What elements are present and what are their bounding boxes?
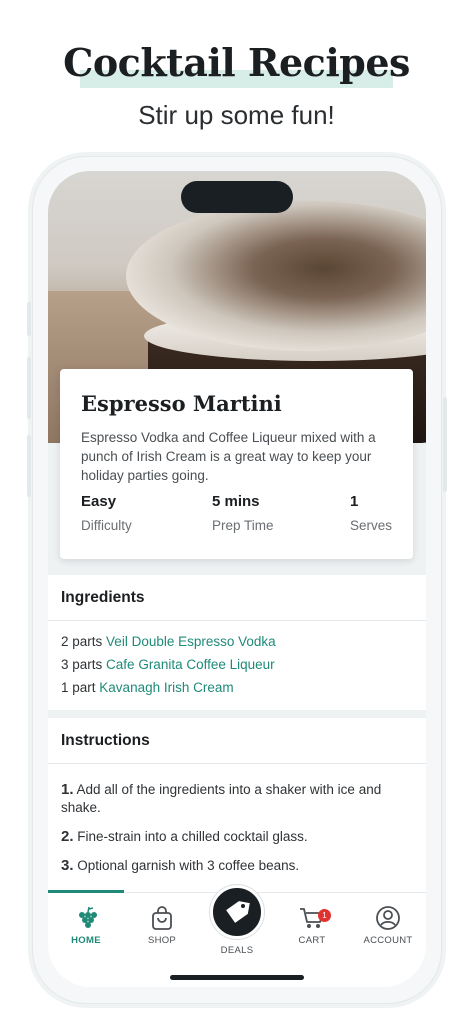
stat-value: 1 bbox=[350, 493, 359, 510]
ingredient-item: 1 part Kavanagh Irish Cream bbox=[61, 676, 413, 699]
stat-value: Easy bbox=[81, 493, 117, 510]
instruction-step: 1. Add all of the ingredients into a sha… bbox=[61, 781, 413, 817]
ingredient-qty: 2 parts bbox=[61, 634, 103, 649]
tab-label: SHOP bbox=[147, 935, 177, 946]
stat-prep-time: 5 mins Prep Time bbox=[212, 493, 274, 533]
side-button bbox=[27, 357, 31, 419]
tab-account[interactable]: ACCOUNT bbox=[350, 905, 426, 946]
ingredient-link[interactable]: Veil Double Espresso Vodka bbox=[106, 634, 276, 649]
stat-label: Prep Time bbox=[212, 518, 274, 533]
phone-frame: Espresso Martini Espresso Vodka and Coff… bbox=[27, 156, 447, 1004]
step-text: Fine-strain into a chilled cocktail glas… bbox=[77, 829, 308, 844]
tag-icon bbox=[226, 901, 250, 923]
tab-label: DEALS bbox=[220, 945, 254, 956]
ingredient-link[interactable]: Cafe Granita Coffee Liqueur bbox=[106, 657, 275, 672]
tab-label: HOME bbox=[71, 935, 101, 946]
stat-difficulty: Easy Difficulty bbox=[81, 493, 132, 533]
instructions-section: Instructions 1. Add all of the ingredien… bbox=[48, 718, 426, 892]
instructions-heading: Instructions bbox=[48, 718, 426, 764]
promo-title: Cocktail Recipes bbox=[63, 40, 410, 85]
side-button bbox=[27, 435, 31, 497]
tab-label: CART bbox=[298, 935, 326, 946]
ingredient-item: 2 parts Veil Double Espresso Vodka bbox=[61, 630, 413, 653]
step-text: Optional garnish with 3 coffee beans. bbox=[77, 858, 300, 873]
stat-serves: 1 Serves bbox=[350, 493, 392, 533]
ingredient-item: 3 parts Cafe Granita Coffee Liqueur bbox=[61, 653, 413, 676]
promo-title-block: Cocktail Recipes bbox=[0, 40, 473, 88]
promo-subtitle: Stir up some fun! bbox=[138, 100, 335, 130]
ingredients-heading: Ingredients bbox=[48, 575, 426, 621]
recipe-card: Espresso Martini Espresso Vodka and Coff… bbox=[60, 369, 413, 559]
grapes-icon bbox=[79, 906, 97, 928]
app-screen: Espresso Martini Espresso Vodka and Coff… bbox=[48, 171, 426, 987]
step-number: 2. bbox=[61, 828, 74, 845]
step-number: 1. bbox=[61, 781, 74, 798]
tab-label: ACCOUNT bbox=[363, 935, 413, 946]
home-indicator[interactable] bbox=[170, 975, 304, 980]
ingredients-section: Ingredients 2 parts Veil Double Espresso… bbox=[48, 575, 426, 710]
stat-label: Difficulty bbox=[81, 518, 132, 533]
bottom-tab-bar: HOME SHOP DEALS 1 CART ACCOUNT bbox=[48, 885, 426, 987]
user-circle-icon bbox=[376, 906, 400, 930]
dynamic-island bbox=[181, 181, 293, 213]
side-button bbox=[27, 302, 31, 336]
power-button bbox=[443, 397, 447, 492]
stat-value: 5 mins bbox=[212, 493, 260, 510]
instruction-step: 3. Optional garnish with 3 coffee beans. bbox=[61, 857, 413, 875]
instruction-step: 2. Fine-strain into a chilled cocktail g… bbox=[61, 828, 413, 846]
stat-label: Serves bbox=[350, 518, 393, 533]
ingredient-qty: 3 parts bbox=[61, 657, 103, 672]
active-tab-indicator bbox=[48, 890, 124, 893]
tab-home[interactable]: HOME bbox=[48, 905, 124, 946]
cart-count-badge: 1 bbox=[318, 909, 331, 922]
tab-deals[interactable]: DEALS bbox=[210, 885, 264, 956]
tab-cart[interactable]: 1 CART bbox=[274, 905, 350, 946]
deals-button[interactable] bbox=[210, 885, 264, 939]
ingredient-link[interactable]: Kavanagh Irish Cream bbox=[99, 680, 233, 695]
step-number: 3. bbox=[61, 857, 74, 874]
recipe-name: Espresso Martini bbox=[81, 391, 282, 416]
step-text: Add all of the ingredients into a shaker… bbox=[61, 782, 382, 815]
recipe-description: Espresso Vodka and Coffee Liqueur mixed … bbox=[81, 430, 376, 483]
tab-shop[interactable]: SHOP bbox=[124, 905, 200, 946]
ingredient-qty: 1 part bbox=[61, 680, 96, 695]
shopping-bag-icon bbox=[152, 906, 172, 930]
